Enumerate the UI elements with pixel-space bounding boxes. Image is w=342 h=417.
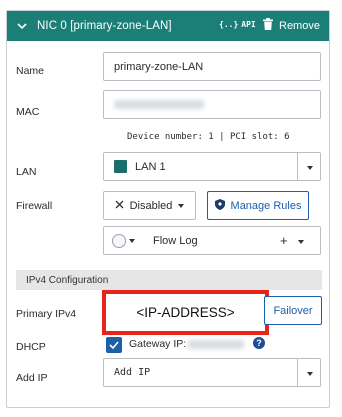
help-icon[interactable]: ? bbox=[253, 337, 265, 349]
firewall-label: Firewall bbox=[16, 200, 53, 212]
failover-label: Failover bbox=[273, 304, 313, 317]
manage-rules-label: Manage Rules bbox=[230, 199, 302, 212]
chevron-down-icon[interactable] bbox=[15, 19, 29, 33]
add-ip-label: Add IP bbox=[16, 372, 48, 384]
name-value: primary-zone-LAN bbox=[114, 60, 204, 73]
nic-title: NIC 0 [primary-zone-LAN] bbox=[37, 20, 172, 32]
flow-log-control[interactable]: Flow Log + bbox=[103, 226, 321, 255]
api-link[interactable]: {..} API bbox=[219, 20, 256, 29]
failover-button[interactable]: Failover bbox=[264, 296, 322, 325]
caret-down-icon[interactable] bbox=[298, 240, 304, 244]
nic-panel: NIC 0 [primary-zone-LAN] {..} API Remove… bbox=[6, 10, 330, 408]
device-info: Device number: 1 | PCI slot: 6 bbox=[127, 132, 290, 142]
plus-icon[interactable]: + bbox=[280, 233, 288, 248]
lan-select-divider bbox=[297, 153, 298, 180]
lan-value: LAN 1 bbox=[135, 160, 166, 173]
gateway-value-redacted bbox=[188, 340, 244, 349]
caret-down-icon[interactable] bbox=[129, 238, 135, 243]
lan-label: LAN bbox=[16, 166, 37, 178]
name-input[interactable]: primary-zone-LAN bbox=[103, 52, 321, 81]
caret-down-icon[interactable] bbox=[307, 372, 313, 376]
caret-down-icon bbox=[178, 203, 185, 208]
lan-color-icon bbox=[114, 160, 127, 173]
mac-label: MAC bbox=[16, 106, 40, 118]
ipv4-section-title: IPv4 Configuration bbox=[26, 274, 109, 286]
primary-ipv4-label: Primary IPv4 bbox=[16, 308, 77, 320]
shield-icon bbox=[214, 198, 225, 213]
nic-header[interactable]: NIC 0 [primary-zone-LAN] {..} API Remove bbox=[7, 11, 329, 41]
trash-icon bbox=[263, 18, 273, 33]
mac-input[interactable] bbox=[103, 90, 321, 119]
close-icon bbox=[115, 200, 124, 212]
remove-button[interactable]: Remove bbox=[263, 18, 320, 33]
add-ip-placeholder: Add IP bbox=[114, 367, 151, 378]
flow-log-label: Flow Log bbox=[153, 234, 198, 247]
gateway-label: Gateway IP: bbox=[129, 338, 187, 350]
firewall-select[interactable]: Disabled bbox=[103, 191, 196, 220]
api-label: API bbox=[241, 20, 256, 29]
firewall-value: Disabled bbox=[129, 199, 173, 212]
code-braces-icon: {..} bbox=[219, 20, 239, 29]
manage-rules-button[interactable]: Manage Rules bbox=[207, 191, 309, 220]
add-ip-divider bbox=[297, 359, 298, 386]
add-ip-select[interactable]: Add IP bbox=[103, 358, 321, 387]
mac-value-redacted bbox=[114, 100, 204, 109]
flow-log-toggle[interactable] bbox=[112, 233, 126, 248]
primary-ipv4-value: <IP-ADDRESS> bbox=[136, 305, 235, 320]
ipv4-section-header: IPv4 Configuration bbox=[16, 270, 322, 290]
dhcp-checkbox[interactable] bbox=[106, 337, 122, 353]
primary-ipv4-input[interactable]: <IP-ADDRESS> bbox=[102, 290, 269, 335]
dhcp-label: DHCP bbox=[16, 341, 46, 353]
remove-label: Remove bbox=[279, 19, 320, 32]
name-label: Name bbox=[16, 65, 45, 77]
caret-down-icon[interactable] bbox=[307, 166, 313, 170]
lan-select[interactable]: LAN 1 bbox=[103, 152, 321, 181]
